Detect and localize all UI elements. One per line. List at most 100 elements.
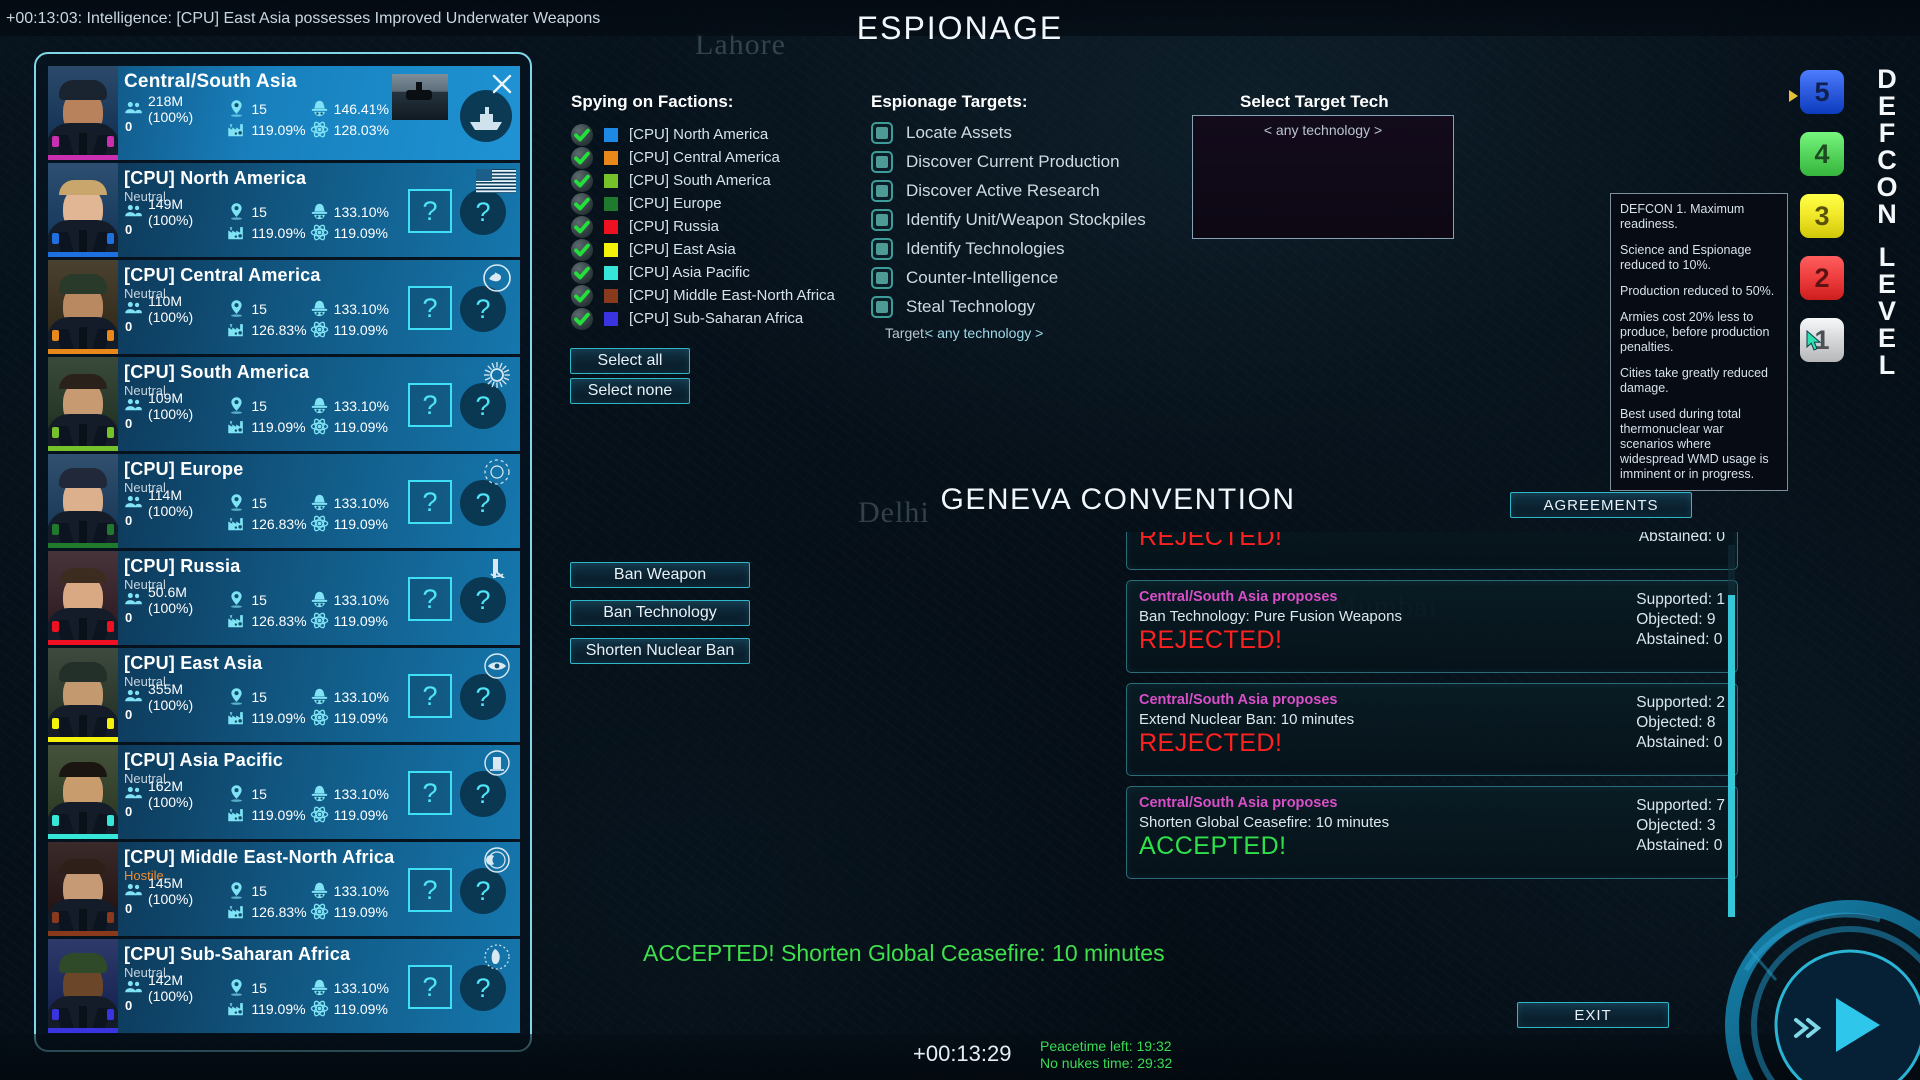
faction-name: [CPU] Middle East-North Africa [124,847,395,867]
stat-cities: 15 [227,492,309,513]
check-icon[interactable] [571,238,593,261]
espionage-target-row[interactable]: Locate Assets [871,118,1146,147]
defcon-letter: O [1876,172,1898,202]
faction-card[interactable]: [CPU] Central America Neutral 110M (100%… [48,260,520,354]
spy-faction-row[interactable]: [CPU] Middle East-North Africa [571,284,835,307]
proposal-verdict: REJECTED! [1139,532,1283,551]
check-icon[interactable] [571,123,593,146]
faction-card[interactable]: [CPU] East Asia Neutral 355M (100%) 0 15… [48,648,520,742]
spy-faction-row[interactable]: [CPU] Central America [571,146,835,169]
unknown-unit-box[interactable]: ? [408,868,452,912]
checkbox-icon[interactable] [871,295,893,318]
check-icon[interactable] [571,215,593,238]
faction-card[interactable]: [CPU] Russia Neutral 50.6M (100%) 0 15 1… [48,551,520,645]
espionage-target-row[interactable]: Steal Technology [871,292,1146,321]
spy-faction-row[interactable]: [CPU] South America [571,169,835,192]
defcon-level-1[interactable]: 1 [1800,318,1844,362]
stat-population: 149M (100%) [124,196,227,228]
faction-card[interactable]: [CPU] Asia Pacific Neutral 162M (100%) 0… [48,745,520,839]
faction-stats: 109M (100%) 0 15 119.09% 133.10% 119.09% [124,390,406,437]
proposal-card[interactable]: Central/South Asia proposes Ban Technolo… [1126,580,1738,673]
check-icon[interactable] [571,307,593,330]
unknown-unit-box[interactable]: ? [408,771,452,815]
checkbox-icon[interactable] [871,237,893,260]
spy-faction-row[interactable]: [CPU] North America [571,123,835,146]
leader-portrait-image [48,745,118,834]
checkbox-icon[interactable] [871,208,893,231]
espionage-target-label: Steal Technology [906,296,1036,316]
check-icon[interactable] [571,261,593,284]
unknown-unit-box[interactable]: ? [408,189,452,233]
checkbox-icon[interactable] [871,150,893,173]
mouse-cursor-icon [1806,328,1824,359]
checkbox-icon[interactable] [871,179,893,202]
stat-science: 119.09% [310,901,406,922]
espionage-target-row[interactable]: Discover Current Production [871,147,1146,176]
faction-emblem-icon [482,457,512,487]
stat-espionage: 133.10% [310,298,406,319]
check-icon[interactable] [571,192,593,215]
faction-color-swatch [604,150,618,165]
defcon-level-5[interactable]: 5 [1800,70,1844,114]
unknown-unit-box[interactable]: ? [408,965,452,1009]
select-none-button[interactable]: Select none [570,378,690,404]
spy-faction-row[interactable]: [CPU] Asia Pacific [571,261,835,284]
faction-color-swatch [604,242,618,257]
no-nukes-timer: No nukes time: 29:32 [1040,1055,1173,1071]
stat-espionage: 133.10% [310,201,406,222]
defcon-level-2[interactable]: 2 [1800,256,1844,300]
unknown-unit-circle[interactable]: ? [460,189,506,235]
tech-placeholder: < any technology > [1263,122,1383,138]
espionage-target-row[interactable]: Counter-Intelligence [871,263,1146,292]
check-icon[interactable] [571,146,593,169]
defcon-level-3[interactable]: 3 [1800,194,1844,238]
proposal-card[interactable]: . Extend Global Ceasefire: 10 minutes RE… [1126,532,1738,570]
faction-color-swatch [604,265,618,280]
defcon-level-4[interactable]: 4 [1800,132,1844,176]
naval-unit-icon[interactable] [460,90,512,142]
faction-card[interactable]: [CPU] Europe Neutral 114M (100%) 0 15 12… [48,454,520,548]
spy-faction-row[interactable]: [CPU] Russia [571,215,835,238]
proposal-card[interactable]: Central/South Asia proposes Extend Nucle… [1126,683,1738,776]
accepted-banner: ACCEPTED! Shorten Global Ceasefire: 10 m… [643,940,1165,966]
faction-info: [CPU] Sub-Saharan Africa Neutral 142M (1… [118,939,400,1033]
faction-card[interactable]: [CPU] South America Neutral 109M (100%) … [48,357,520,451]
geneva-button-ban-weapon[interactable]: Ban Weapon [570,562,750,588]
spy-faction-row[interactable]: [CPU] East Asia [571,238,835,261]
checkbox-icon[interactable] [871,266,893,289]
target-value[interactable]: < any technology > [925,325,1043,341]
unknown-unit-box[interactable]: ? [408,286,452,330]
faction-card-right: ? ? [400,454,520,548]
defcon-tooltip-line: DEFCON 1. Maximum readiness. [1620,202,1745,231]
unknown-unit-box[interactable]: ? [408,383,452,427]
faction-card[interactable]: [CPU] Sub-Saharan Africa Neutral 142M (1… [48,939,520,1033]
faction-card[interactable]: [CPU] North America Neutral 149M (100%) … [48,163,520,257]
check-icon[interactable] [571,169,593,192]
faction-color-stripe [48,446,118,451]
stat-population: 114M (100%) [124,487,227,519]
close-icon[interactable] [490,72,514,96]
defcon-letter: N [1877,199,1897,229]
espionage-target-row[interactable]: Identify Unit/Weapon Stockpiles [871,205,1146,234]
faction-portrait [48,745,118,839]
stat-cities: 15 [227,783,309,804]
spy-faction-row[interactable]: [CPU] Europe [571,192,835,215]
faction-card[interactable]: Central/South Asia 218M (100%) 0 15 119.… [48,66,520,160]
target-tech-listbox[interactable]: < any technology > [1192,115,1454,239]
leader-portrait-image [48,66,118,155]
playback-control-dial[interactable] [1550,830,1920,1080]
unknown-unit-box[interactable]: ? [408,480,452,524]
agreements-button[interactable]: AGREEMENTS [1510,492,1692,518]
checkbox-icon[interactable] [871,121,893,144]
spy-faction-row[interactable]: [CPU] Sub-Saharan Africa [571,307,835,330]
select-all-button[interactable]: Select all [570,348,690,374]
faction-card[interactable]: [CPU] Middle East-North Africa Hostile 1… [48,842,520,936]
votes-abstained: Abstained: 0 [1636,631,1723,648]
unknown-unit-box[interactable]: ? [408,577,452,621]
check-icon[interactable] [571,284,593,307]
unknown-unit-box[interactable]: ? [408,674,452,718]
espionage-target-row[interactable]: Discover Active Research [871,176,1146,205]
geneva-button-shorten-nuclear-ban[interactable]: Shorten Nuclear Ban [570,638,750,664]
geneva-button-ban-technology[interactable]: Ban Technology [570,600,750,626]
espionage-target-row[interactable]: Identify Technologies [871,234,1146,263]
